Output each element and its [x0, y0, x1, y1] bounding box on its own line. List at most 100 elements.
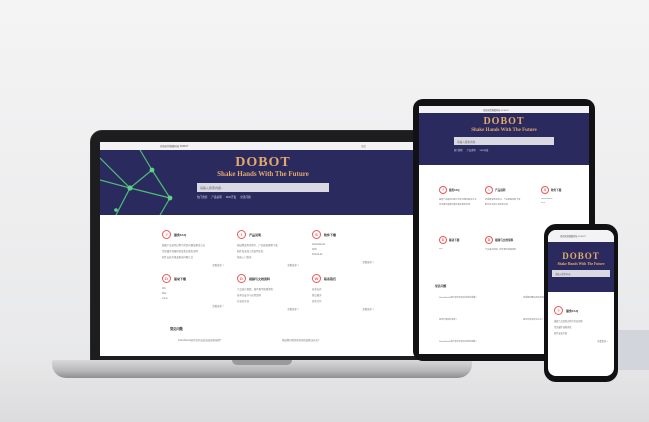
card-line[interactable]: DobotLab — [312, 253, 374, 256]
phone-screen: 欢迎来到越疆科技 DOBOT DOBOT Shake Hands With Th… — [548, 230, 614, 376]
card-title: 软件下载 — [324, 232, 337, 237]
card-software[interactable]: S 软件下载 DobotStudio SDK — [541, 186, 579, 204]
card-line[interactable]: 快速入门指南 — [237, 255, 299, 259]
card-line[interactable]: Win — [162, 287, 224, 290]
contact-icon: W — [312, 274, 321, 283]
card-title: 软件下载 — [551, 189, 562, 192]
card-title: 视频与文档资料 — [249, 276, 271, 281]
faq-row[interactable]: DobotStudio软件如何安装及连接机械臂? — [178, 338, 221, 342]
topbar-text: 欢迎来到越疆科技 DOBOT — [483, 110, 509, 112]
laptop-screen: 欢迎来到越疆科技 DOBOT 语言 DOBOT Shake Hands With… — [100, 142, 426, 356]
card-line[interactable]: 配件及末端工具说明文档 — [485, 203, 523, 206]
more-link[interactable]: 查看更多 > — [554, 339, 608, 343]
search-placeholder: 请输入搜索内容... — [457, 140, 478, 144]
card-line[interactable]: 配件及末端工具说明文档 — [237, 249, 299, 253]
card-line[interactable]: 机械臂使用说明书、产品规格参数下载 — [237, 243, 299, 247]
video-icon: D — [237, 274, 246, 283]
laptop: 欢迎来到越疆科技 DOBOT 语言 DOBOT Shake Hands With… — [90, 130, 436, 364]
card-line[interactable]: 越疆产品使用过程中常见问题 — [554, 319, 608, 323]
software-icon: S — [541, 186, 549, 194]
card-line[interactable]: Mac — [162, 292, 224, 295]
driver-icon: D — [439, 236, 447, 244]
more-link[interactable]: 查看更多 > — [237, 263, 299, 267]
video-icon: D — [485, 236, 493, 244]
question-icon: ? — [439, 186, 447, 194]
search-input[interactable]: 请输入搜索内容... — [454, 137, 554, 145]
topbar-text: 欢迎来到越疆科技 DOBOT — [560, 236, 586, 238]
hot-links: 热门搜索 产品说明 SDK开发 — [419, 148, 589, 152]
card-line[interactable]: SDK — [312, 248, 374, 251]
search-input[interactable]: 请输入搜索内容... — [552, 270, 610, 277]
card-driver[interactable]: D 驱动下载 Win — [439, 236, 477, 250]
card-driver[interactable]: D 驱动下载 Win Mac Linux 查看更多 > — [162, 274, 224, 308]
card-faq[interactable]: ? 服务FAQ 越疆产品使用过程中常见问题及解决方法 常见硬件故障排查及售后服务… — [162, 230, 224, 267]
card-title: 服务FAQ — [174, 232, 187, 237]
info-icon: i — [485, 186, 493, 194]
card-title: 联系我们 — [324, 276, 337, 281]
card-line[interactable]: 软件安装升级 — [554, 331, 608, 335]
card-line[interactable]: 常见硬件故障排查及售后服务说明 — [439, 203, 477, 206]
card-contact[interactable]: W 联系我们 技术支持 售后服务 商务合作 查看更多 > — [312, 274, 374, 311]
info-icon: i — [237, 230, 246, 239]
card-line[interactable]: 技术支持 — [312, 287, 374, 291]
card-line[interactable]: Win — [439, 248, 477, 250]
more-link[interactable]: 查看更多 > — [162, 263, 224, 267]
more-link[interactable]: 查看更多 > — [312, 307, 374, 311]
card-line[interactable]: 机械臂使用说明书、产品规格参数下载 — [485, 198, 523, 201]
more-link[interactable]: 查看更多 > — [237, 307, 299, 311]
card-line[interactable]: DobotStudio — [312, 243, 374, 246]
faq-section-title: 常见问题 — [170, 327, 183, 331]
question-icon: ? — [162, 230, 171, 239]
card-line[interactable]: 软件安装升级及驱动问题汇总 — [162, 255, 224, 259]
software-icon: S — [312, 230, 321, 239]
faq-row[interactable]: 如何升级固件版本? — [439, 318, 457, 321]
topbar-text: 欢迎来到越疆科技 DOBOT — [160, 145, 189, 148]
card-video[interactable]: D 视频与文档资料 产品演示视频、操作教学视频资料 技术白皮书与应用案例 开发者… — [237, 274, 299, 311]
language-link[interactable]: 语言 — [361, 144, 366, 148]
tablet-hero: DOBOT Shake Hands With The Future 请输入搜索内… — [419, 113, 589, 165]
search-placeholder: 请输入搜索内容... — [200, 186, 224, 190]
card-manual[interactable]: i 产品说明 机械臂使用说明书、产品规格参数下载 配件及末端工具说明文档 — [485, 186, 523, 206]
search-input[interactable]: 请输入搜索内容... — [197, 183, 329, 192]
hot-link[interactable]: 热门搜索 — [454, 150, 463, 152]
tagline: Shake Hands With The Future — [557, 262, 605, 266]
card-line[interactable]: 常见硬件故障排查及售后服务说明 — [162, 249, 224, 253]
more-link[interactable]: 查看更多 > — [312, 260, 374, 264]
card-line[interactable]: DobotStudio — [541, 198, 579, 200]
card-line[interactable]: Linux — [162, 297, 224, 300]
driver-icon: D — [162, 274, 171, 283]
faq-row[interactable]: DobotStudio软件如何安装及连接机械臂? — [439, 340, 477, 343]
card-manual[interactable]: i 产品说明 机械臂使用说明书、产品规格参数下载 配件及末端工具说明文档 快速入… — [237, 230, 299, 267]
card-faq[interactable]: ? 服务FAQ 越疆产品使用过程中常见问题及解决方法 常见硬件故障排查及售后服务… — [439, 186, 477, 206]
faq-row[interactable]: 机械臂回零失败的原因及解决办法? — [282, 338, 319, 342]
faq-row[interactable]: 驱动安装失败怎么办? — [523, 318, 543, 321]
card-title: 产品说明 — [495, 189, 506, 192]
card-line[interactable]: 越疆产品使用过程中常见问题及解决方法 — [162, 243, 224, 247]
card-line[interactable]: 越疆产品使用过程中常见问题及解决方法 — [439, 198, 477, 201]
laptop-hero: DOBOT Shake Hands With The Future 请输入搜索内… — [100, 150, 426, 215]
hot-link[interactable]: SDK开发 — [480, 150, 489, 152]
phone-topbar: 欢迎来到越疆科技 DOBOT — [548, 230, 614, 242]
hot-link[interactable]: 产品说明 — [467, 150, 476, 152]
card-line[interactable]: 技术白皮书与应用案例 — [237, 293, 299, 297]
card-line[interactable]: 开发者文档 — [237, 299, 299, 303]
card-title: 服务FAQ — [566, 308, 579, 313]
brand-logo[interactable]: DOBOT — [419, 113, 589, 127]
laptop-hinge-notch — [232, 360, 292, 365]
card-line[interactable]: 产品演示视频、操作教学视频资料 — [485, 248, 529, 251]
card-faq[interactable]: ? 服务FAQ 越疆产品使用过程中常见问题 常见硬件故障排查 软件安装升级 查看… — [554, 306, 608, 343]
card-software[interactable]: S 软件下载 DobotStudio SDK DobotLab 查看更多 > — [312, 230, 374, 264]
brand-logo[interactable]: DOBOT — [548, 242, 614, 261]
question-icon: ? — [554, 306, 563, 315]
card-line[interactable]: 售后服务 — [312, 293, 374, 297]
card-line[interactable]: SDK — [541, 202, 579, 204]
tagline: Shake Hands With The Future — [471, 128, 537, 133]
more-link[interactable]: 查看更多 > — [162, 304, 224, 308]
card-line[interactable]: 产品演示视频、操作教学视频资料 — [237, 287, 299, 291]
card-line[interactable]: 常见硬件故障排查 — [554, 325, 608, 329]
card-title: 产品说明 — [249, 232, 262, 237]
card-title: 驱动下载 — [449, 239, 460, 242]
card-video[interactable]: D 视频与文档资料 产品演示视频、操作教学视频资料 — [485, 236, 529, 251]
card-line[interactable]: 商务合作 — [312, 299, 374, 303]
faq-row[interactable]: DobotStudio软件如何安装及连接机械臂? — [439, 296, 477, 299]
